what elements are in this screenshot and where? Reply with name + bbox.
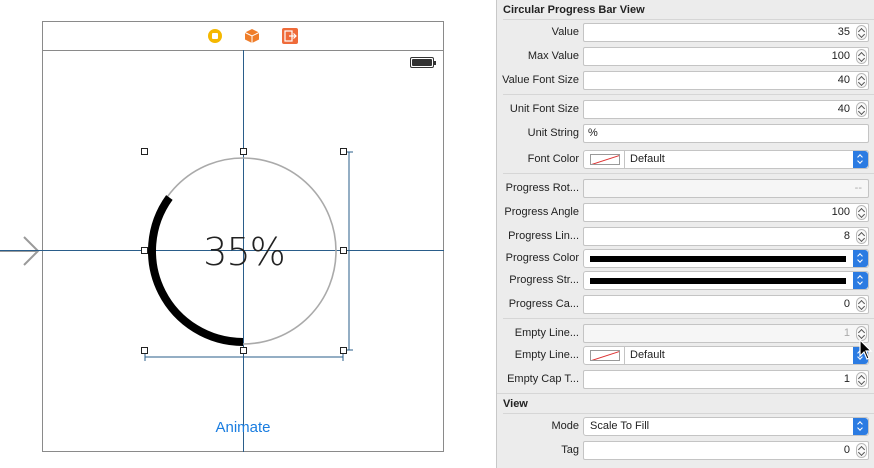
inspector-row-progress-stroke-color: Progress Str... (497, 270, 874, 292)
max-value-stepper[interactable] (856, 49, 867, 64)
progress-cap-type-stepper[interactable] (856, 297, 867, 312)
progress-color-well (590, 256, 846, 262)
empty-line-width-field[interactable]: 1 (583, 324, 869, 343)
inspector-row-progress-rotation: Progress Rot... -- (497, 178, 874, 200)
max-value-field[interactable]: 100 (583, 47, 869, 66)
progress-stroke-color-well (590, 278, 846, 284)
mode-popup[interactable]: Scale To Fill (583, 417, 869, 436)
inspector-row-font-color: Font Color Default (497, 149, 874, 171)
font-color-popup[interactable]: Default (583, 150, 869, 169)
resize-handle-top-left[interactable] (141, 148, 148, 155)
progress-line-width-stepper[interactable] (856, 229, 867, 244)
section-divider (503, 19, 874, 20)
value-field[interactable]: 35 (583, 23, 869, 42)
inspector-row-max-value: Max Value 100 (497, 46, 874, 68)
progress-angle-field[interactable]: 100 (583, 203, 869, 222)
row-divider (503, 94, 874, 95)
resize-handle-top[interactable] (240, 148, 247, 155)
value-font-size-field[interactable]: 40 (583, 71, 869, 90)
section-title-circular-progress: Circular Progress Bar View (503, 4, 645, 16)
inspector-row-unit-string: Unit String % (497, 123, 874, 145)
section-divider (497, 393, 874, 394)
row-divider (503, 318, 874, 319)
inspector-row-progress-color: Progress Color (497, 248, 874, 270)
section-divider (503, 413, 874, 414)
progress-cap-type-field[interactable]: 0 (583, 295, 869, 314)
inspector-row-tag: Tag 0 (497, 440, 874, 462)
progress-color-popup[interactable] (583, 249, 869, 268)
inspector-row-empty-cap-type: Empty Cap T... 1 (497, 369, 874, 391)
unit-font-size-stepper[interactable] (856, 102, 867, 117)
empty-cap-type-field[interactable]: 1 (583, 370, 869, 389)
popup-arrows-icon (853, 151, 868, 168)
progress-line-width-field[interactable]: 8 (583, 227, 869, 246)
inspector-row-progress-cap-type: Progress Ca... 0 (497, 294, 874, 316)
empty-cap-type-stepper[interactable] (856, 372, 867, 387)
empty-line-color-popup[interactable]: Default (583, 346, 869, 365)
animate-button[interactable]: Animate (193, 419, 293, 436)
value-font-size-stepper[interactable] (856, 73, 867, 88)
inspector-row-progress-line-width: Progress Lin... 8 (497, 226, 874, 248)
row-label: Value (551, 26, 579, 38)
resize-handle-bottom[interactable] (240, 347, 247, 354)
inspector-row-empty-line-width: Empty Line... 1 (497, 323, 874, 345)
inspector-row-value-font-size: Value Font Size 40 (497, 70, 874, 92)
inspector-row-mode: Mode Scale To Fill (497, 416, 874, 438)
progress-angle-stepper[interactable] (856, 205, 867, 220)
color-swatch (590, 154, 620, 165)
inspector-row-unit-font-size: Unit Font Size 40 (497, 99, 874, 121)
color-swatch (590, 350, 620, 361)
resize-handle-left[interactable] (141, 247, 148, 254)
mouse-cursor-icon (859, 338, 873, 360)
attributes-inspector: Circular Progress Bar View Value 35 Max … (496, 0, 874, 468)
inspector-row-empty-line-color: Empty Line... Default (497, 345, 874, 367)
inspector-row-progress-angle: Progress Angle 100 (497, 202, 874, 224)
tag-stepper[interactable] (856, 443, 867, 458)
inspector-row-value: Value 35 (497, 22, 874, 44)
row-divider (503, 173, 874, 174)
unit-string-field[interactable]: % (583, 124, 869, 143)
progress-stroke-color-popup[interactable] (583, 271, 869, 290)
popup-arrows-icon (853, 250, 868, 267)
popup-arrows-icon (853, 272, 868, 289)
storyboard-canvas[interactable]: 35% Animate (0, 0, 496, 468)
resize-handle-top-right[interactable] (340, 148, 347, 155)
tag-field[interactable]: 0 (583, 441, 869, 460)
popup-arrows-icon (853, 418, 868, 435)
unit-font-size-field[interactable]: 40 (583, 100, 869, 119)
section-title-view: View (503, 398, 528, 410)
progress-rotation-field[interactable]: -- (583, 179, 869, 198)
value-stepper[interactable] (856, 25, 867, 40)
resize-handle-bottom-left[interactable] (141, 347, 148, 354)
resize-handle-right[interactable] (340, 247, 347, 254)
resize-handle-bottom-right[interactable] (340, 347, 347, 354)
progress-value-label: 35% (203, 230, 285, 274)
